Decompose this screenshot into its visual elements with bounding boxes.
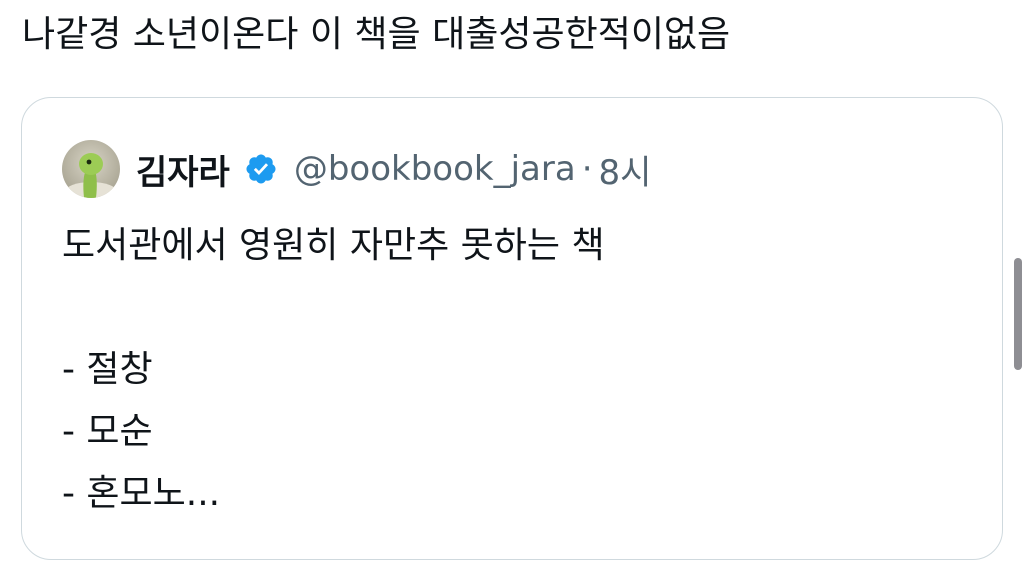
verified-badge-icon (246, 154, 276, 184)
quote-line: - 혼모노... (62, 473, 221, 514)
scrollbar-thumb[interactable] (1014, 258, 1022, 370)
quoted-tweet-header: 김자라 @bookbook_jara · 8시 (62, 138, 651, 200)
author-handle[interactable]: @bookbook_jara (294, 149, 576, 189)
quoted-tweet-body: 도서관에서 영원히 자만추 못하는 책 - 절창 - 모순 - 혼모노... (62, 215, 605, 525)
page: 나같경 소년이온다 이 책을 대출성공한적이없음 김자라 @bookbook_j… (0, 0, 1032, 574)
tweet-text: 나같경 소년이온다 이 책을 대출성공한적이없음 (22, 14, 731, 55)
author-name[interactable]: 김자라 (136, 145, 230, 194)
avatar[interactable] (62, 140, 120, 198)
previous-content-sliver (245, 0, 285, 6)
quote-line-blank (62, 277, 605, 339)
quote-line: - 모순 (62, 411, 153, 452)
separator-dot: · (581, 149, 593, 189)
quote-line: 도서관에서 영원히 자만추 못하는 책 (62, 225, 605, 266)
timestamp[interactable]: 8시 (599, 145, 652, 194)
quote-line: - 절창 (62, 349, 153, 390)
quoted-tweet-card[interactable]: 김자라 @bookbook_jara · 8시 도서관에서 영원히 자만추 못하… (21, 97, 1003, 560)
